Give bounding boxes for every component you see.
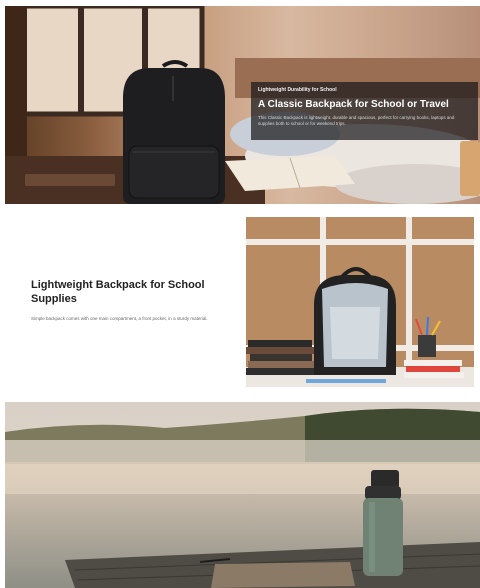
lifestyle-photo	[5, 402, 480, 588]
book-stack	[246, 340, 314, 375]
shelf-board	[246, 239, 474, 245]
backpack	[123, 60, 225, 204]
feature-description: Simple backpack comes with one main comp…	[31, 316, 208, 321]
hero-description: This Classic Backpack is lightweight, du…	[258, 115, 455, 126]
hero-text-panel: Lightweight Durability for School A Clas…	[251, 82, 478, 140]
hero-banner: Lightweight Durability for School A Clas…	[5, 6, 480, 204]
hero-eyebrow: Lightweight Durability for School	[258, 87, 337, 93]
feature-title: Lightweight Backpack for School Supplies	[31, 279, 205, 305]
open-backpack	[314, 267, 396, 375]
hero-title: A Classic Backpack for School or Travel	[258, 99, 449, 110]
feature-photo	[246, 217, 474, 387]
feature-text-block: Lightweight Backpack for School Supplies…	[31, 278, 231, 322]
notebook	[211, 562, 355, 588]
